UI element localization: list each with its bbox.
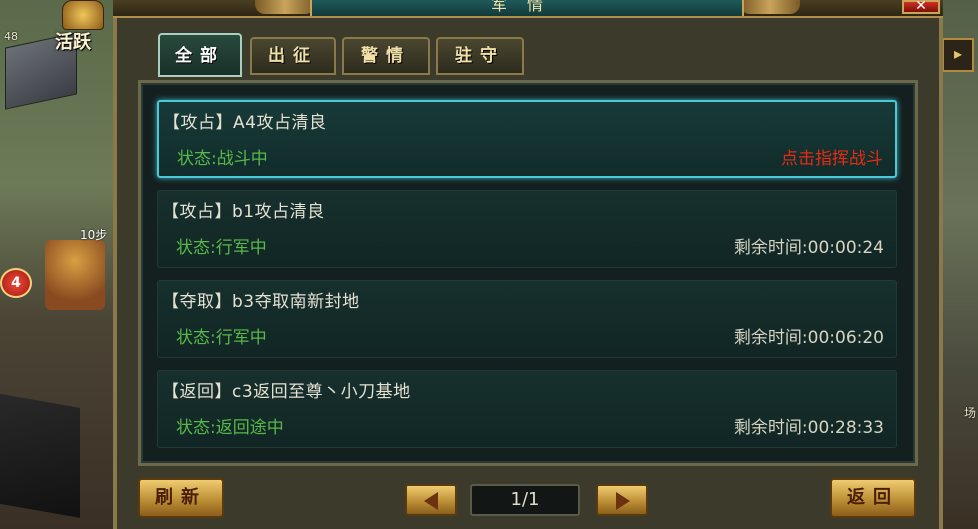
game-scene-left [0, 0, 115, 529]
tab-all[interactable]: 全部 [158, 33, 242, 77]
remaining-time: 剩余时间:00:28:33 [733, 418, 884, 438]
march-list: 【攻占】A4攻占清良 状态:战斗中 点击指挥战斗 【攻占】b1攻占清良 状态:行… [138, 80, 918, 466]
game-scene-right [942, 0, 978, 529]
level-value: 48 [4, 30, 18, 43]
command-battle-link[interactable]: 点击指挥战斗 [781, 144, 883, 169]
back-button[interactable]: 返回 [830, 478, 916, 518]
list-item[interactable]: 【攻占】A4攻占清良 状态:战斗中 点击指挥战斗 [157, 100, 897, 178]
activity-icon[interactable] [62, 0, 104, 30]
march-status: 状态:行军中 [176, 238, 267, 258]
activity-button[interactable]: 活跃 [55, 28, 91, 54]
right-hud-label: 场 [963, 406, 976, 420]
building-roof [0, 392, 80, 518]
list-item[interactable]: 【攻占】b1攻占清良 状态:行军中 剩余时间:00:00:24 [157, 190, 897, 268]
tab-expedition[interactable]: 出征 [250, 37, 336, 75]
march-title: 【攻占】A4攻占清良 [163, 113, 327, 133]
remaining-time: 剩余时间:00:06:20 [733, 328, 884, 348]
close-button[interactable]: ✕ [902, 0, 940, 14]
refresh-button[interactable]: 刷新 [138, 478, 224, 518]
arrow-left-icon [424, 492, 438, 510]
march-title: 【返回】c3返回至尊丶小刀基地 [162, 382, 411, 402]
prev-page-button[interactable] [405, 484, 457, 516]
side-arrow-icon[interactable]: ▸ [942, 38, 974, 72]
title-ornament-right [740, 0, 800, 14]
march-status: 状态:返回途中 [176, 418, 284, 438]
steps-label: 10步 [80, 228, 108, 242]
arrow-right-icon [616, 492, 630, 510]
list-item[interactable]: 【返回】c3返回至尊丶小刀基地 状态:返回途中 剩余时间:00:28:33 [157, 370, 897, 448]
window-title: 军情 [310, 0, 744, 16]
march-title: 【夺取】b3夺取南新封地 [162, 292, 360, 312]
page-indicator: 1/1 [470, 484, 580, 516]
next-page-button[interactable] [596, 484, 648, 516]
tab-garrison[interactable]: 驻守 [436, 37, 524, 75]
list-item[interactable]: 【夺取】b3夺取南新封地 状态:行军中 剩余时间:00:06:20 [157, 280, 897, 358]
march-title: 【攻占】b1攻占清良 [162, 202, 325, 222]
remaining-time: 剩余时间:00:00:24 [733, 238, 884, 258]
title-ornament-left [255, 0, 315, 14]
tower-building [45, 240, 105, 310]
tab-alerts[interactable]: 警情 [342, 37, 430, 75]
march-status: 状态:行军中 [176, 328, 267, 348]
march-status: 状态:战斗中 [177, 149, 268, 169]
notification-badge[interactable]: 4 [0, 268, 32, 298]
